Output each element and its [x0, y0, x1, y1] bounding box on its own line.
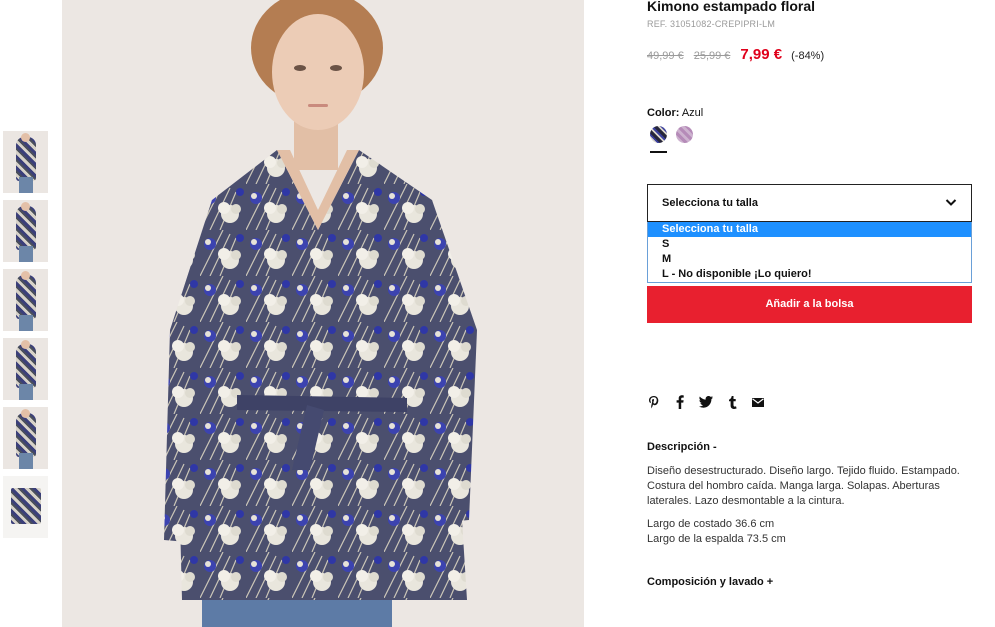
product-ref: REF. 31051082-CREPIPRI-LM [647, 19, 776, 29]
model-legs [19, 246, 33, 262]
main-product-image[interactable] [62, 0, 584, 627]
color-value: Azul [681, 107, 704, 119]
garment-flat [11, 488, 41, 524]
color-swatches [650, 126, 702, 143]
previous-price: 25,99 € [693, 50, 731, 62]
thumbnail-1[interactable] [3, 131, 48, 193]
model-legs [19, 453, 33, 469]
size-select[interactable]: Selecciona tu talla [647, 184, 972, 222]
thumbnail-list [3, 131, 49, 545]
color-label-row: Color: Azul [647, 107, 703, 119]
model-figure [16, 344, 36, 388]
model-figure [16, 206, 36, 250]
model-legs [19, 384, 33, 400]
color-label: Color: [647, 107, 680, 119]
facebook-icon[interactable] [673, 395, 687, 409]
description-toggle[interactable]: Descripción - [647, 441, 717, 453]
model-head [21, 340, 30, 349]
model-photo [62, 0, 584, 627]
tumblr-icon[interactable] [725, 395, 739, 409]
model-legs [19, 177, 33, 193]
thumbnail-2[interactable] [3, 200, 48, 262]
thumbnail-4[interactable] [3, 338, 48, 400]
share-icons [647, 395, 777, 409]
pink-floral-swatch[interactable] [676, 126, 693, 143]
chevron-down-icon [945, 199, 957, 206]
model-head [21, 271, 30, 280]
blue-floral-swatch[interactable] [650, 126, 667, 143]
product-title: Kimono estampado floral [647, 0, 816, 14]
email-icon[interactable] [751, 395, 765, 409]
size-option-l[interactable]: L - No disponible ¡Lo quiero! [648, 267, 971, 282]
composition-toggle[interactable]: Composición y lavado + [647, 576, 773, 588]
add-to-bag-button[interactable]: Añadir a la bolsa [647, 286, 972, 323]
current-price: 7,99 € [740, 46, 783, 63]
model-figure [16, 275, 36, 319]
model-figure [16, 413, 36, 457]
size-select-value: Selecciona tu talla [662, 197, 758, 209]
selected-swatch-indicator [650, 151, 667, 153]
discount-badge: (-84%) [791, 50, 825, 62]
model-figure [16, 137, 36, 181]
description-text: Diseño desestructurado. Diseño largo. Te… [647, 465, 960, 507]
original-price: 49,99 € [647, 50, 684, 62]
measure-side: Largo de costado 36.6 cm [647, 518, 775, 530]
measure-back: Largo de la espalda 73.5 cm [647, 533, 786, 545]
size-options-list: Selecciona tu talla S M L - No disponibl… [647, 222, 972, 283]
model-head [21, 202, 30, 211]
thumbnail-3[interactable] [3, 269, 48, 331]
twitter-icon[interactable] [699, 395, 713, 409]
thumbnail-5[interactable] [3, 407, 48, 469]
price-row: 49,99 € 25,99 € 7,99 € (-84%) [647, 46, 824, 63]
model-legs [19, 315, 33, 331]
model-head [21, 409, 30, 418]
size-option-m[interactable]: M [648, 252, 971, 267]
size-option-placeholder[interactable]: Selecciona tu talla [648, 222, 971, 237]
pinterest-icon[interactable] [647, 395, 661, 409]
size-option-s[interactable]: S [648, 237, 971, 252]
thumbnail-6[interactable] [3, 476, 48, 538]
model-head [21, 133, 30, 142]
